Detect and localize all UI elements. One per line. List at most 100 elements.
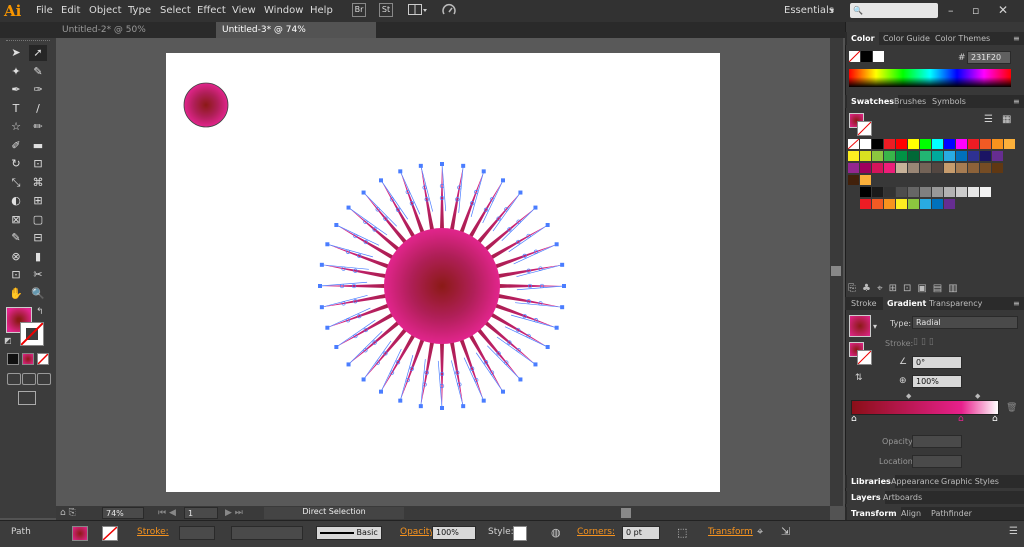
anchor-point[interactable]: [554, 242, 559, 247]
swatch[interactable]: [932, 187, 943, 197]
tab-transparency[interactable]: Transparency: [925, 297, 986, 310]
align-to-icon[interactable]: ⬚: [677, 526, 687, 539]
shape-builder-tool-icon[interactable]: ◐: [7, 193, 25, 209]
tab-brushes[interactable]: Brushes: [890, 95, 930, 108]
menu-type[interactable]: Type: [128, 5, 151, 16]
swatch[interactable]: [884, 187, 895, 197]
perspective-grid-tool-icon[interactable]: ⊞: [29, 193, 47, 209]
gradient-mode-button[interactable]: [22, 353, 34, 365]
swatch[interactable]: [956, 163, 967, 173]
tab-untitled-3[interactable]: Untitled-3* @ 74% (RGB/Preview) ×: [216, 22, 376, 51]
slice-tool-icon[interactable]: ✂: [29, 267, 47, 283]
stop-opacity-field[interactable]: [912, 435, 962, 448]
gradient-type-select[interactable]: Radial: [912, 316, 1018, 329]
anchor-point[interactable]: [346, 362, 351, 367]
swatch-active-stroke[interactable]: [857, 121, 872, 136]
swatch[interactable]: [872, 151, 883, 161]
anchor-point[interactable]: [398, 169, 403, 174]
anchor-point[interactable]: [545, 345, 550, 349]
swatch[interactable]: [896, 199, 907, 209]
anchor-point[interactable]: [334, 223, 339, 227]
panel-menu-icon[interactable]: ≡: [1009, 95, 1024, 108]
recolor-artwork-icon[interactable]: ◍: [551, 526, 561, 539]
swatch[interactable]: [920, 163, 931, 173]
swatch[interactable]: [980, 151, 991, 161]
search-input[interactable]: 🔍: [850, 3, 938, 18]
starburst-shape[interactable]: [318, 162, 566, 410]
stroke-weight-field[interactable]: [179, 526, 215, 540]
color-none-swatch[interactable]: [848, 50, 861, 63]
free-transform-tool-icon[interactable]: ⌘: [29, 175, 47, 191]
color-black-swatch[interactable]: [861, 51, 872, 62]
stroke-label-link[interactable]: Stroke:: [137, 527, 169, 537]
stroke-gradient-options[interactable]: ▯▯▯: [913, 337, 965, 349]
swatch[interactable]: [872, 187, 883, 197]
brush-definition-select[interactable]: Basic: [316, 526, 382, 540]
swatch[interactable]: [932, 151, 943, 161]
swatch[interactable]: [980, 187, 991, 197]
artboard-nav-next[interactable]: ▶ ⏭: [225, 508, 243, 518]
paintbrush-tool-icon[interactable]: ✏: [29, 119, 47, 135]
swatch[interactable]: [968, 187, 979, 197]
control-stroke-swatch[interactable]: [102, 526, 118, 541]
menu-object[interactable]: Object: [89, 5, 122, 16]
gradient-tool-icon[interactable]: ▢: [29, 212, 47, 228]
anchor-point[interactable]: [560, 262, 565, 267]
close-window-button[interactable]: ✕: [998, 3, 1008, 17]
swatch[interactable]: [884, 151, 895, 161]
anchor-point[interactable]: [518, 190, 523, 195]
chevron-down-icon[interactable]: ▾: [873, 322, 877, 331]
control-fill-swatch[interactable]: [72, 526, 88, 541]
selection-tool-icon[interactable]: ➤: [7, 45, 25, 61]
swatch[interactable]: [932, 163, 943, 173]
anchor-point[interactable]: [325, 325, 330, 330]
screen-mode-icon[interactable]: [18, 391, 36, 405]
midpoint-diamond-left[interactable]: ◆: [906, 392, 911, 400]
tab-color[interactable]: Color: [847, 32, 879, 45]
artboard-tool-icon[interactable]: ⊡: [7, 267, 25, 283]
panel-menu-icon[interactable]: ≡: [1009, 32, 1024, 45]
variable-width-profile[interactable]: [231, 526, 303, 540]
horizontal-scroll-thumb[interactable]: [621, 508, 631, 518]
gradient-stop-right[interactable]: ⌂: [992, 414, 998, 424]
symbol-sprayer-tool-icon[interactable]: ⊗: [7, 249, 25, 265]
anchor-point[interactable]: [334, 345, 339, 349]
tab-pathfinder[interactable]: Pathfinder: [927, 507, 976, 520]
swatch[interactable]: [956, 139, 967, 149]
menu-help[interactable]: Help: [310, 5, 333, 16]
blend-tool-icon[interactable]: ⊟: [29, 230, 47, 246]
swatch[interactable]: [884, 199, 895, 209]
swatch[interactable]: [884, 163, 895, 173]
stock-button[interactable]: St: [379, 3, 393, 17]
gradient-slider[interactable]: [851, 400, 999, 415]
swatch[interactable]: [896, 139, 907, 149]
tab-color-themes[interactable]: Color Themes: [931, 32, 994, 45]
anchor-point[interactable]: [379, 389, 383, 394]
gradient-stop-left[interactable]: ⌂: [851, 414, 857, 424]
hand-tool-icon[interactable]: ✋: [7, 286, 25, 302]
swatch[interactable]: [872, 199, 883, 209]
maximize-button[interactable]: ▫: [972, 4, 979, 17]
none-mode-button[interactable]: [37, 353, 49, 365]
anchor-point[interactable]: [533, 205, 538, 210]
gpu-performance-button[interactable]: [441, 3, 457, 17]
menu-window[interactable]: Window: [264, 5, 303, 16]
swatch[interactable]: [956, 151, 967, 161]
swatch[interactable]: [908, 151, 919, 161]
tab-transform[interactable]: Transform: [847, 507, 901, 520]
swatch[interactable]: [992, 139, 1003, 149]
none-swatch[interactable]: [847, 138, 860, 150]
zoom-tool-icon[interactable]: 🔍: [29, 286, 47, 302]
swatch[interactable]: [932, 139, 943, 149]
swatch[interactable]: [908, 139, 919, 149]
arrange-menu-icon[interactable]: ⇲: [781, 525, 790, 538]
swatch[interactable]: [860, 187, 871, 197]
menu-edit[interactable]: Edit: [61, 5, 80, 16]
tab-color-guide[interactable]: Color Guide: [879, 32, 934, 45]
corners-field[interactable]: 0 pt: [622, 526, 660, 540]
anchor-point[interactable]: [418, 163, 423, 168]
small-gradient-circle[interactable]: [183, 82, 229, 128]
swatch[interactable]: [848, 151, 859, 161]
swatch[interactable]: [944, 187, 955, 197]
anchor-point[interactable]: [461, 163, 466, 168]
